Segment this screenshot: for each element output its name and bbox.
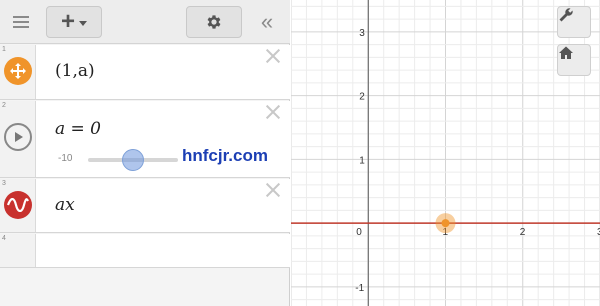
double-chevron-left-icon: « [260, 9, 274, 34]
x-tick-label: 0 [356, 227, 362, 238]
watermark-text: hnfcjr.com [182, 146, 268, 165]
expression-number: 1 [2, 46, 6, 53]
settings-button[interactable] [186, 6, 242, 38]
expression-gutter: 4 [0, 234, 36, 267]
graph-canvas[interactable]: 0 1 2 3 3 2 1 -1 [291, 0, 600, 306]
graph-svg[interactable]: 0 1 2 3321-1 [291, 0, 600, 306]
expression-gutter: 3 [0, 179, 36, 232]
menu-button[interactable] [6, 9, 36, 35]
caret-down-icon [79, 21, 87, 26]
slider-min-label: -10 [58, 153, 73, 164]
hamburger-icon [13, 16, 29, 28]
expression-number: 3 [2, 180, 6, 187]
add-expression-button[interactable]: + [46, 6, 102, 38]
y-tick-label: 1 [359, 155, 365, 166]
slider-thumb[interactable] [122, 149, 144, 171]
play-icon[interactable] [4, 123, 32, 151]
close-icon[interactable] [264, 181, 282, 199]
close-icon[interactable] [264, 47, 282, 65]
expression-math[interactable]: a = 0 [55, 119, 101, 139]
sine-wave-icon[interactable] [4, 191, 32, 219]
expression-panel: + « 1 (1,a) 2 a = 0 -10 hnfcjr.com 3 ax … [0, 0, 290, 306]
move-point-icon[interactable] [4, 57, 32, 85]
expression-gutter: 1 [0, 45, 36, 99]
expression-gutter: 2 [0, 101, 36, 177]
expression-row-1[interactable]: 1 (1,a) [0, 45, 290, 100]
gear-icon [207, 15, 221, 29]
wrench-icon [559, 8, 573, 22]
expression-number: 4 [2, 235, 6, 242]
y-tick-label: -1 [355, 283, 364, 294]
expression-row-4[interactable]: 4 [0, 234, 290, 268]
y-tick-label: 3 [359, 28, 365, 39]
expression-math[interactable]: (1,a) [55, 61, 95, 81]
close-icon[interactable] [264, 103, 282, 121]
graph-settings-button[interactable] [557, 6, 591, 38]
plus-icon: + [60, 8, 75, 35]
expression-math[interactable]: ax [55, 195, 75, 215]
x-tick-label: 2 [520, 227, 526, 238]
collapse-panel-button[interactable]: « [254, 9, 280, 35]
home-view-button[interactable] [557, 44, 591, 76]
expression-row-3[interactable]: 3 ax [0, 179, 290, 233]
expression-toolbar: + « [0, 0, 290, 44]
y-tick-label: 2 [359, 92, 365, 103]
expression-number: 2 [2, 102, 6, 109]
movable-point [441, 219, 450, 228]
expression-row-2[interactable]: 2 a = 0 -10 [0, 101, 290, 178]
home-icon [559, 46, 573, 59]
